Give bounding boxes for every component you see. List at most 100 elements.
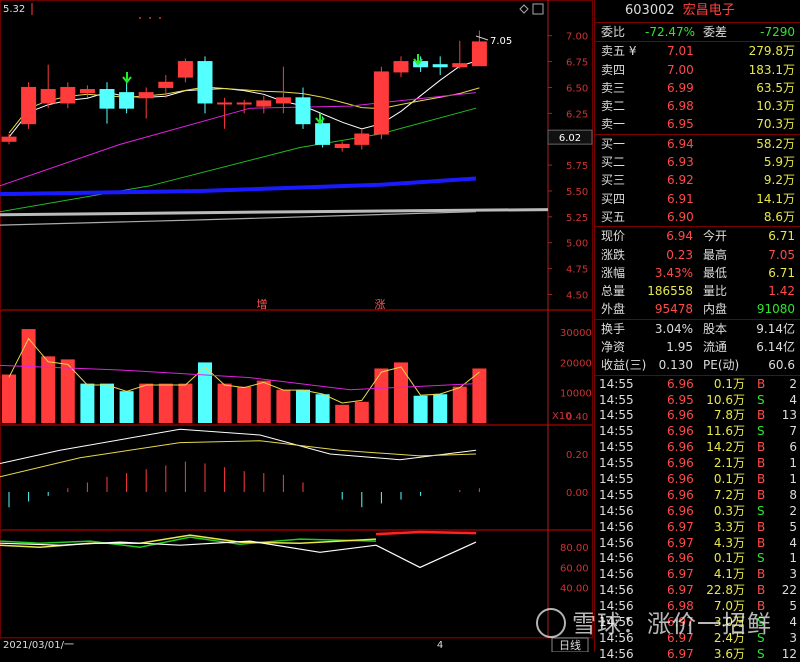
fund-label: PE(动) [703, 358, 740, 373]
trade-row: 14:56 6.96 0.3万 S 2 [595, 503, 800, 519]
fund-label: 净资 [601, 340, 626, 355]
volume-bar [394, 362, 408, 423]
candle-body-fill [2, 137, 16, 142]
candle-body-fill [158, 82, 173, 88]
bid-volume: 58.2万 [756, 136, 795, 151]
trade-volume: 2.1万 [713, 456, 745, 471]
volume-bar [335, 404, 350, 423]
kdj-tick-label: 80.00 [560, 543, 589, 554]
price-tick-label: 5.00 [566, 239, 588, 250]
trade-time: 14:55 [599, 456, 634, 471]
trade-time: 14:55 [599, 376, 634, 391]
trade-volume: 4.1万 [713, 567, 745, 582]
trade-volume: 4.3万 [713, 535, 745, 550]
trade-row: 14:55 6.96 11.6万 S 7 [595, 423, 800, 439]
trade-side: B [757, 519, 766, 534]
price-tick-label: 5.75 [566, 161, 588, 172]
volume-bar [178, 383, 193, 423]
fund-value: 6.14亿 [756, 340, 795, 355]
trade-time: 14:56 [599, 567, 634, 582]
kdj-tick-label: 40.00 [560, 584, 589, 595]
trade-count: 12 [781, 646, 797, 661]
trade-side: S [757, 424, 765, 439]
trade-row: 14:56 6.96 0.1万 S 1 [595, 550, 800, 566]
stock-header: 603002 宏昌电子 [595, 0, 800, 23]
date-label: 2021/03/01/一 [3, 640, 74, 651]
trade-time: 14:56 [599, 519, 634, 534]
bid-label: 买五 [601, 209, 626, 224]
volume-bar [354, 401, 369, 423]
fund-row: 换手 3.04% 股本 9.14亿 [595, 320, 800, 338]
candle-body [432, 64, 448, 68]
bottom-mid-label: 4 [437, 640, 443, 651]
volume-bar [119, 391, 134, 423]
bid-label: 买三 [601, 173, 626, 188]
trade-time: 14:56 [599, 535, 634, 550]
stat-row: 总量 186558 量比 1.42 [595, 282, 800, 300]
volume-bar [139, 383, 154, 423]
chart-area[interactable]: 7.006.756.506.256.005.755.505.255.004.75… [0, 0, 593, 652]
trade-row: 14:56 6.97 3.6万 S 12 [595, 646, 800, 662]
ma5-line [8, 59, 480, 138]
volume-bar [21, 329, 36, 423]
trade-volume: 0.1万 [713, 551, 745, 566]
stat-row: 外盘 95478 内盘 91080 [595, 300, 800, 318]
marker-dot [159, 17, 161, 19]
bid-label: 买四 [601, 191, 626, 206]
volume-bar [276, 389, 291, 423]
candle-body-fill [139, 92, 154, 98]
trade-time: 14:55 [599, 392, 634, 407]
ask-row: 卖一 6.95 70.3万 [595, 115, 800, 133]
stat-label: 总量 [601, 284, 626, 299]
volume-bar [2, 374, 16, 423]
trade-row: 14:55 6.96 7.2万 B 8 [595, 487, 800, 503]
ask-volume: 279.8万 [748, 44, 795, 59]
bid-volume: 14.1万 [756, 191, 795, 206]
trade-count: 7 [789, 424, 797, 439]
bid-row: 买四 6.91 14.1万 [595, 190, 800, 208]
trade-count: 1 [789, 456, 797, 471]
fund-label: 流通 [703, 340, 728, 355]
trade-price: 6.97 [667, 646, 694, 661]
volume-tick-label: 10000 [560, 389, 592, 400]
macd-tick-label: 0.00 [566, 488, 588, 499]
bid-label: 买二 [601, 155, 626, 170]
stat-label: 今开 [703, 229, 728, 244]
trade-volume: 7.2万 [713, 487, 745, 502]
volume-bar [41, 356, 56, 423]
trade-price: 6.97 [667, 583, 694, 598]
candle-body-fill [394, 61, 408, 72]
trade-time: 14:55 [599, 408, 634, 423]
bid-price: 6.91 [667, 191, 694, 206]
stat-value: 0.23 [666, 247, 693, 262]
ask-label: 卖四 [601, 62, 626, 77]
stat-value: 6.71 [768, 229, 795, 244]
trade-time: 14:55 [599, 471, 634, 486]
fund-row: 净资 1.95 流通 6.14亿 [595, 338, 800, 356]
bid-row: 买五 6.90 8.6万 [595, 208, 800, 226]
candle-body-fill [276, 97, 291, 103]
stat-value: 6.71 [768, 265, 795, 280]
trade-volume: 0.3万 [713, 503, 745, 518]
ask-price: 7.00 [667, 62, 694, 77]
trade-side: S [757, 551, 765, 566]
candle-body [315, 123, 331, 145]
bid-book: 买一 6.94 58.2万 买二 6.93 5.9万 买三 6.92 9.2万 买四 6.91 14.… [595, 133, 800, 226]
candle-body-fill [472, 41, 487, 66]
trade-row: 14:55 6.96 0.1万 B 1 [595, 471, 800, 487]
candle-body-fill [60, 87, 75, 103]
candle-body-fill [41, 89, 56, 103]
chart-svg[interactable]: 7.006.756.506.256.005.755.505.255.004.75… [0, 0, 593, 652]
trade-count: 13 [781, 408, 797, 423]
trade-price: 6.96 [667, 424, 694, 439]
stat-value: 3.43% [654, 265, 693, 280]
trade-price: 6.97 [667, 535, 694, 550]
volume-bar [217, 383, 232, 423]
trade-time: 14:56 [599, 583, 634, 598]
fund-label: 换手 [601, 321, 626, 336]
candle-body-fill [335, 144, 350, 148]
ask-volume: 10.3万 [756, 99, 795, 114]
candle-body [217, 102, 233, 105]
volume-tick-label: 20000 [560, 358, 592, 369]
stat-row: 现价 6.94 今开 6.71 [595, 227, 800, 245]
